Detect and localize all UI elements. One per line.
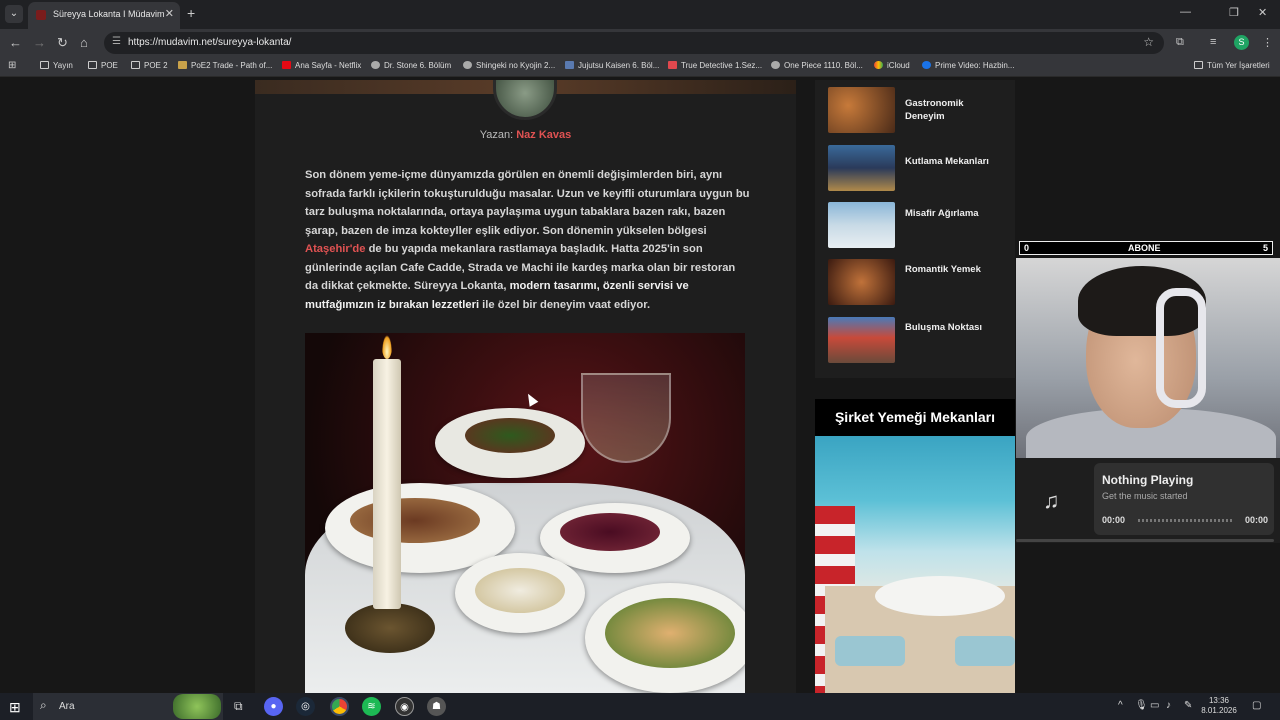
author-name-link[interactable]: Naz Kavas — [516, 129, 571, 141]
taskbar-clock[interactable]: 13:36 8.01.2026 — [1198, 696, 1240, 716]
bookmarks-bar: ⊞ Yayın POE POE 2 PoE2 Trade - Path of..… — [0, 57, 1280, 77]
browser-tab[interactable]: Süreyya Lokanta I Müdavim ✕ — [28, 2, 180, 29]
bookmark-item[interactable]: Ana Sayfa - Netflix — [282, 61, 361, 70]
bookmark-item[interactable]: POE 2 — [131, 61, 168, 70]
sub-goal-label: ABONE — [1128, 243, 1161, 253]
bookmark-item[interactable]: True Detective 1.Sez... — [668, 61, 762, 70]
subscriber-goal-bar: 0 ABONE 5 — [1019, 241, 1273, 255]
reload-button[interactable]: ↻ — [57, 35, 68, 51]
pen-icon[interactable]: ✎ — [1184, 700, 1192, 711]
close-tab-icon[interactable]: ✕ — [165, 7, 174, 20]
home-button[interactable]: ⌂ — [80, 35, 88, 50]
discord-icon[interactable]: ● — [264, 697, 283, 716]
bookmark-item[interactable]: Dr. Stone 6. Bölüm — [371, 61, 451, 70]
music-subtitle: Get the music started — [1102, 491, 1188, 501]
minimize-window-button[interactable]: — — [1180, 6, 1191, 18]
music-progress-track — [1138, 519, 1234, 522]
app-icon[interactable]: ☗ — [427, 697, 446, 716]
windows-start-icon[interactable]: ⊞ — [9, 699, 21, 716]
bookmark-star-icon[interactable]: ☆ — [1143, 35, 1154, 49]
forward-button[interactable]: → — [33, 35, 46, 50]
url-text: https://mudavim.net/sureyya-lokanta/ — [128, 37, 292, 48]
restore-window-button[interactable]: ❐ — [1229, 6, 1239, 19]
apps-icon[interactable]: ⊞ — [8, 60, 16, 71]
sidebar-item-label: Buluşma Noktası — [905, 322, 983, 333]
address-bar[interactable]: ☰ https://mudavim.net/sureyya-lokanta/ ☆ — [104, 32, 1164, 54]
tab-strip: ⌄ Süreyya Lokanta I Müdavim ✕ + — ❐ ✕ — [0, 0, 1280, 29]
browser-toolbar: ← → ↻ ⌂ ☰ https://mudavim.net/sureyya-lo… — [0, 29, 1280, 57]
profile-avatar[interactable]: S — [1234, 35, 1249, 50]
chrome-icon[interactable] — [330, 697, 349, 716]
spotify-icon[interactable]: ≋ — [362, 697, 381, 716]
network-icon[interactable]: ▭ — [1150, 700, 1159, 711]
now-playing-card: Nothing Playing Get the music started 00… — [1094, 463, 1274, 535]
steam-icon[interactable]: ◎ — [296, 697, 315, 716]
search-placeholder: Ara — [59, 701, 75, 712]
article-paragraph: Son dönem yeme-içme dünyamızda görülen e… — [305, 169, 750, 311]
music-progress-bar — [1016, 539, 1274, 542]
all-bookmarks-folder[interactable]: Tüm Yer İşaretleri — [1194, 61, 1270, 70]
bookmark-item[interactable]: POE — [88, 61, 118, 70]
bookmark-item[interactable]: iCloud — [874, 61, 910, 70]
windows-taskbar: ⊞ ⌕ Ara ⧉ ● ◎ ≋ ◉ ☗ ^ 🎙 ▭ ♪ ✎ 13:36 8.01… — [0, 693, 1280, 720]
notifications-icon[interactable]: ▢ — [1252, 700, 1261, 711]
widget-title: Şirket Yemeği Mekanları — [815, 399, 1015, 436]
webcam-overlay — [1016, 258, 1280, 458]
atasehir-link[interactable]: Ataşehir'de — [305, 243, 365, 255]
site-favicon-icon — [36, 10, 46, 20]
bookmark-item[interactable]: Prime Video: Hazbin... — [922, 61, 1014, 70]
taskbar-search[interactable]: ⌕ Ara — [33, 693, 223, 720]
obs-icon[interactable]: ◉ — [395, 697, 414, 716]
author-line: Yazan: Naz Kavas — [255, 129, 796, 141]
sidebar-item-gastronomik-deneyim[interactable]: Gastronomik Deneyim — [828, 87, 1008, 133]
bookmark-item[interactable]: One Piece 1110. Böl... — [771, 61, 863, 70]
sidebar-item-kutlama-mekanlari[interactable]: Kutlama Mekanları — [828, 145, 1008, 191]
bookmark-item[interactable]: PoE2 Trade - Path of... — [178, 61, 272, 70]
widget-image — [815, 436, 1015, 693]
sidebar-item-label: Kutlama Mekanları — [905, 156, 989, 167]
new-tab-button[interactable]: + — [187, 5, 195, 21]
author-avatar — [493, 80, 557, 120]
tray-overflow-icon[interactable]: ^ — [1118, 700, 1123, 711]
media-control-icon[interactable]: ≡ — [1210, 36, 1216, 48]
bookmark-item[interactable]: Yayın — [40, 61, 73, 70]
clock-time: 13:36 — [1208, 696, 1230, 705]
search-icon: ⌕ — [40, 698, 47, 712]
music-note-icon: ♫ — [1043, 488, 1060, 513]
restaurant-photo — [305, 333, 745, 693]
tab-title: Süreyya Lokanta I Müdavim — [53, 9, 165, 19]
tab-search-button[interactable]: ⌄ — [5, 5, 23, 23]
task-view-icon[interactable]: ⧉ — [234, 699, 243, 714]
extensions-icon[interactable]: ⧉ — [1176, 36, 1184, 49]
microphone-icon[interactable]: 🎙 — [1135, 700, 1148, 711]
bookmark-item[interactable]: Shingeki no Kyojin 2... — [463, 61, 555, 70]
category-sidebar: Gastronomik Deneyim Kutlama Mekanları Mi… — [815, 80, 1015, 378]
music-widget: ♫ Nothing Playing Get the music started … — [1016, 458, 1280, 543]
site-info-icon[interactable]: ☰ — [112, 36, 121, 47]
sidebar-item-label: Gastronomik Deneyim — [905, 98, 964, 122]
back-button[interactable]: ← — [9, 35, 22, 50]
clock-date: 8.01.2026 — [1201, 706, 1237, 715]
music-title: Nothing Playing — [1102, 473, 1194, 487]
sirket-yemegi-widget[interactable]: Şirket Yemeği Mekanları — [815, 399, 1015, 693]
sidebar-item-romantik-yemek[interactable]: Romantik Yemek — [828, 259, 1008, 305]
author-prefix: Yazan: — [479, 129, 514, 141]
close-window-button[interactable]: ✕ — [1258, 6, 1267, 19]
article-column: Yazan: Naz Kavas Son dönem yeme-içme dün… — [255, 80, 796, 693]
search-highlight-image — [173, 694, 221, 719]
bookmark-item[interactable]: Jujutsu Kaisen 6. Böl... — [565, 61, 659, 70]
sidebar-item-label: Romantik Yemek — [905, 264, 981, 275]
sidebar-item-bulusma-noktasi[interactable]: Buluşma Noktası — [828, 317, 1008, 363]
sidebar-item-label: Misafir Ağırlama — [905, 208, 979, 219]
volume-icon[interactable]: ♪ — [1166, 700, 1171, 711]
sub-goal-start: 0 — [1024, 243, 1030, 253]
sidebar-item-misafir-agirlama[interactable]: Misafir Ağırlama — [828, 202, 1008, 248]
sub-goal-end: 5 — [1262, 243, 1268, 253]
music-time-end: 00:00 — [1244, 515, 1268, 525]
music-time-start: 00:00 — [1102, 515, 1126, 525]
menu-icon[interactable]: ⋮ — [1262, 36, 1273, 49]
